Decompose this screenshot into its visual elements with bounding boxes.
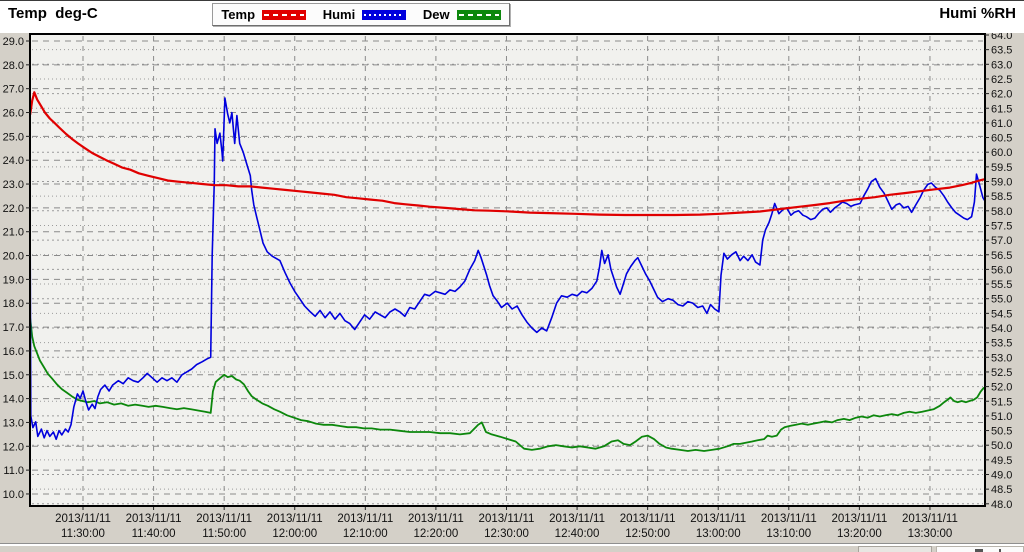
y-axis-left-tick-label: 29.0 xyxy=(3,36,24,48)
y-axis-right-tick-label: 62.0 xyxy=(991,89,1012,101)
y-axis-right-tick-label: 61.0 xyxy=(991,118,1012,130)
legend-item-dew: Dew xyxy=(423,7,501,22)
x-axis-time-label: 12:10:00 xyxy=(343,528,388,540)
x-axis-date-label: 2013/11/11 xyxy=(620,513,676,525)
legend-item-temp: Temp xyxy=(221,7,306,22)
x-axis-time-label: 13:30:00 xyxy=(908,528,953,540)
dew-line-swatch-icon xyxy=(457,10,501,20)
y-axis-left-tick-label: 28.0 xyxy=(3,60,24,72)
y-axis-right-tick-label: 62.5 xyxy=(991,74,1012,86)
y-axis-right-tick-label: 49.0 xyxy=(991,470,1012,482)
y-axis-right-tick-label: 53.5 xyxy=(991,338,1012,350)
y-axis-left-tick-label: 19.0 xyxy=(3,274,24,286)
y-axis-left-tick-label: 22.0 xyxy=(3,203,24,215)
legend-label-dew: Dew xyxy=(423,7,450,22)
y-axis-left-tick-label: 15.0 xyxy=(3,370,24,382)
left-axis-title: Temp deg-C xyxy=(8,5,98,22)
x-axis-date-label: 2013/11/11 xyxy=(126,513,182,525)
y-axis-right-tick-label: 49.5 xyxy=(991,455,1012,467)
y-axis-right-tick-label: 59.0 xyxy=(991,177,1012,189)
chart-header: Temp deg-C Temp Humi Dew Humi %RH xyxy=(0,1,1024,33)
x-axis-date-label: 2013/11/11 xyxy=(902,513,958,525)
legend-label-temp: Temp xyxy=(221,7,255,22)
y-axis-right-tick-label: 60.5 xyxy=(991,133,1012,145)
datalogger-trend-window: 29.0 28.0 27.0 26.0 25.0 24.0 23.0 22.0 21.0 20.0… xyxy=(0,0,1024,552)
x-axis-date-label: 2013/11/11 xyxy=(761,513,817,525)
x-axis-date-label: 2013/11/11 xyxy=(549,513,605,525)
y-axis-right-tick-label: 51.0 xyxy=(991,411,1012,423)
x-axis-date-label: 2013/11/11 xyxy=(479,513,535,525)
y-axis-right-tick-label: 56.5 xyxy=(991,250,1012,262)
x-axis-time-label: 13:20:00 xyxy=(837,528,882,540)
x-axis-time-label: 13:10:00 xyxy=(766,528,811,540)
y-axis-left-tick-label: 16.0 xyxy=(3,346,24,358)
x-axis-time-label: 12:20:00 xyxy=(414,528,459,540)
y-axis-left-tick-label: 26.0 xyxy=(3,108,24,120)
y-axis-left-tick-label: 10.0 xyxy=(3,489,24,501)
chart-legend: Temp Humi Dew xyxy=(212,3,510,26)
x-axis-date-label: 2013/11/11 xyxy=(690,513,746,525)
y-axis-right-tick-label: 51.5 xyxy=(991,396,1012,408)
y-axis-right-tick-label: 50.5 xyxy=(991,426,1012,438)
y-axis-right-tick-label: 48.5 xyxy=(991,484,1012,496)
y-axis-right-tick-label: 63.5 xyxy=(991,45,1012,57)
plot-background xyxy=(30,34,985,506)
x-axis-date-label: 2013/11/11 xyxy=(831,513,887,525)
y-axis-left-tick-label: 27.0 xyxy=(3,84,24,96)
y-axis-left-tick-label: 14.0 xyxy=(3,394,24,406)
y-axis-right-tick-label: 48.0 xyxy=(991,499,1012,511)
right-axis-title: Humi %RH xyxy=(939,5,1016,22)
y-axis-right-tick-label: 58.0 xyxy=(991,206,1012,218)
humi-line-swatch-icon xyxy=(362,10,406,20)
x-axis-date-label: 2013/11/11 xyxy=(337,513,393,525)
x-axis-time-label: 12:50:00 xyxy=(625,528,670,540)
temp-line-swatch-icon xyxy=(262,10,306,20)
y-axis-right-tick-label: 60.0 xyxy=(991,147,1012,159)
y-axis-right-tick-label: 63.0 xyxy=(991,59,1012,71)
x-axis-time-label: 11:30:00 xyxy=(61,528,105,540)
y-axis-right-tick-label: 52.0 xyxy=(991,382,1012,394)
y-axis-left-tick-label: 13.0 xyxy=(3,417,24,429)
x-axis-time-label: 11:40:00 xyxy=(132,528,176,540)
y-axis-right-tick-label: 54.5 xyxy=(991,308,1012,320)
x-axis-date-label: 2013/11/11 xyxy=(196,513,252,525)
y-axis-left-tick-label: 12.0 xyxy=(3,441,24,453)
y-axis-right-tick-label: 53.0 xyxy=(991,352,1012,364)
y-axis-right-tick-label: 61.5 xyxy=(991,103,1012,115)
y-axis-right-tick-label: 58.5 xyxy=(991,191,1012,203)
x-axis-time-label: 12:00:00 xyxy=(272,528,317,540)
y-axis-right-tick-label: 57.0 xyxy=(991,235,1012,247)
y-axis-left-tick-label: 24.0 xyxy=(3,155,24,167)
y-axis-right-tick-label: 56.0 xyxy=(991,264,1012,276)
y-axis-right-tick-label: 57.5 xyxy=(991,220,1012,232)
y-axis-left-tick-label: 25.0 xyxy=(3,131,24,143)
y-axis-right-tick-label: 54.0 xyxy=(991,323,1012,335)
y-axis-right-tick-label: 50.0 xyxy=(991,440,1012,452)
x-axis-date-label: 2013/11/11 xyxy=(267,513,323,525)
legend-label-humi: Humi xyxy=(323,7,356,22)
x-axis-time-label: 12:40:00 xyxy=(555,528,600,540)
x-axis-time-label: 13:00:00 xyxy=(696,528,741,540)
y-axis-right-tick-label: 52.5 xyxy=(991,367,1012,379)
legend-item-humi: Humi xyxy=(323,7,407,22)
y-axis-left-tick-label: 17.0 xyxy=(3,322,24,334)
y-axis-left-tick-label: 21.0 xyxy=(3,227,24,239)
x-axis-date-label: 2013/11/11 xyxy=(55,513,111,525)
y-axis-right-tick-label: 55.0 xyxy=(991,294,1012,306)
x-axis-time-label: 11:50:00 xyxy=(202,528,246,540)
y-axis-left-tick-label: 18.0 xyxy=(3,298,24,310)
y-axis-left-tick-label: 11.0 xyxy=(3,465,24,477)
y-axis-right-tick-label: 59.5 xyxy=(991,162,1012,174)
x-axis-date-label: 2013/11/11 xyxy=(408,513,464,525)
y-axis-right-tick-label: 55.5 xyxy=(991,279,1012,291)
partial-widget xyxy=(858,546,932,552)
y-axis-left-tick-label: 20.0 xyxy=(3,251,24,263)
x-axis-time-label: 12:30:00 xyxy=(484,528,529,540)
y-axis-left-tick-label: 23.0 xyxy=(3,179,24,191)
trend-chart: 29.0 28.0 27.0 26.0 25.0 24.0 23.0 22.0 21.0 20.0… xyxy=(0,1,1024,552)
partial-widget xyxy=(936,546,1024,552)
